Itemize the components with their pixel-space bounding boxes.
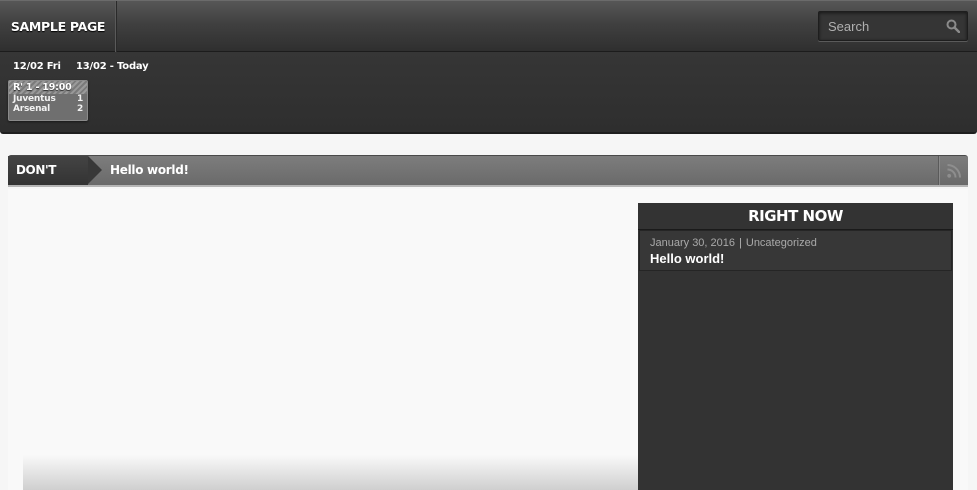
date-tab-13-02[interactable]: 13/02 - Today bbox=[76, 61, 149, 72]
team-name: Juventus bbox=[13, 94, 56, 104]
list-item: January 30, 2016 | Uncategorized Hello wor… bbox=[639, 230, 952, 271]
post-title-link[interactable]: Hello world! bbox=[650, 251, 941, 266]
main-navigation: SAMPLE PAGE bbox=[0, 0, 977, 52]
breaking-news-ticker: DON'T MISS Hello world! bbox=[8, 155, 968, 206]
team-score: 1 bbox=[76, 94, 83, 104]
featured-slider-shadow bbox=[23, 455, 638, 490]
dont-miss-label: DON'T MISS bbox=[8, 156, 88, 206]
search-icon[interactable] bbox=[946, 19, 961, 34]
ticker-headline-link[interactable]: Hello world! bbox=[110, 156, 189, 185]
post-date: January 30, 2016 bbox=[650, 237, 736, 249]
match-card[interactable]: R' 1 - 19:00 Juventus 1 Arsenal 2 bbox=[8, 80, 88, 121]
match-team-row: Arsenal 2 bbox=[9, 104, 87, 114]
dont-miss-arrow bbox=[88, 156, 102, 184]
widget-title: RIGHT NOW bbox=[638, 203, 953, 230]
main-content: RIGHT NOW January 30, 2016 | Uncategorized… bbox=[8, 189, 968, 490]
post-meta: January 30, 2016 | Uncategorized bbox=[650, 237, 941, 249]
nav-item-sample-page[interactable]: SAMPLE PAGE bbox=[0, 1, 117, 52]
right-now-widget: RIGHT NOW January 30, 2016 | Uncategorized… bbox=[638, 203, 953, 490]
team-name: Arsenal bbox=[13, 104, 51, 114]
team-score: 2 bbox=[76, 104, 83, 114]
date-tab-12-02[interactable]: 12/02 Fri bbox=[13, 61, 61, 72]
site-header: SAMPLE PAGE 12/02 Fri 13/02 - Today R' 1… bbox=[0, 0, 977, 134]
match-round-time: R' 1 - 19:00 bbox=[9, 81, 87, 94]
search-input[interactable] bbox=[819, 12, 939, 40]
search-form bbox=[818, 11, 968, 41]
rss-icon bbox=[947, 164, 961, 178]
match-team-row: Juventus 1 bbox=[9, 94, 87, 104]
meta-separator: | bbox=[739, 237, 742, 249]
post-category-link[interactable]: Uncategorized bbox=[746, 237, 817, 249]
rss-button[interactable] bbox=[938, 156, 968, 185]
